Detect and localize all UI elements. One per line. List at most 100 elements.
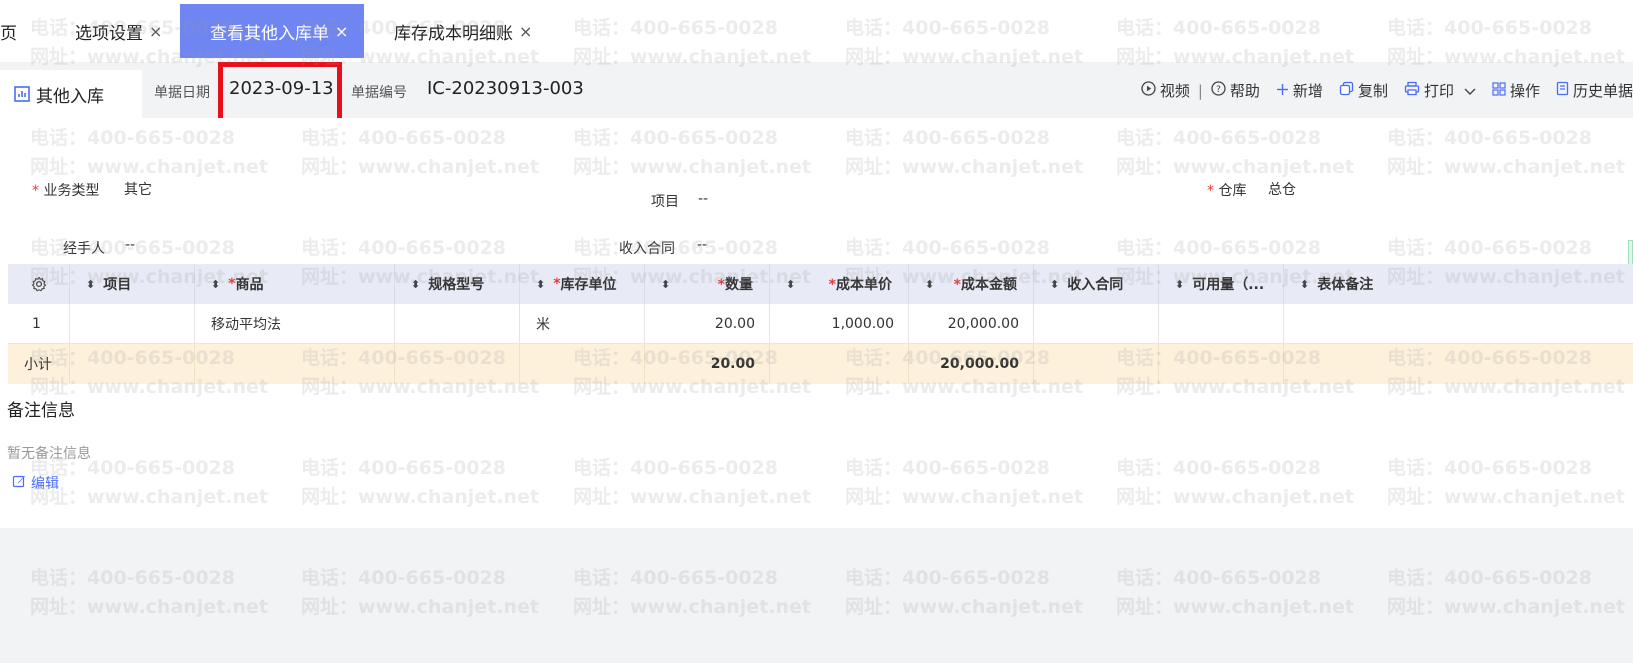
chevron-down-icon[interactable] — [1464, 82, 1476, 100]
number-value: IC-20230913-003 — [427, 78, 584, 99]
notes-title: 备注信息 — [7, 401, 75, 421]
column-settings-icon[interactable] — [8, 264, 70, 304]
warehouse-value: 总仓 — [1268, 182, 1296, 198]
sort-icon[interactable]: ⬍ — [411, 279, 420, 290]
row-index: 1 — [8, 304, 70, 344]
sort-icon[interactable]: ⬍ — [536, 279, 545, 290]
copy-button[interactable]: 复制 — [1339, 80, 1388, 101]
column-label: 可用量（... — [1192, 277, 1265, 293]
cell-project[interactable] — [70, 304, 195, 344]
subtotal-cell — [1159, 344, 1284, 384]
doc-tab-label: 其他入库 — [36, 86, 104, 107]
subtotal-cell — [70, 344, 195, 384]
operate-label: 操作 — [1509, 82, 1540, 100]
column-header-unit-cost[interactable]: ⬍ *成本单价 — [770, 264, 909, 304]
column-label: 商品 — [235, 277, 264, 293]
edit-icon — [12, 474, 26, 492]
doc-tab-other-stock-in[interactable]: 其他入库 — [0, 70, 142, 118]
printer-icon — [1404, 81, 1420, 100]
history-button[interactable]: 历史单据 — [1556, 80, 1633, 101]
cell-available[interactable] — [1159, 304, 1284, 344]
column-label: 成本单价 — [836, 277, 892, 293]
copy-label: 复制 — [1357, 82, 1388, 100]
cell-remark[interactable] — [1284, 304, 1633, 344]
handler-value: -- — [125, 237, 136, 253]
operate-button[interactable]: 操作 — [1492, 80, 1540, 101]
sort-icon[interactable]: ⬍ — [786, 279, 795, 290]
close-icon[interactable]: × — [335, 22, 348, 41]
cell-unit-cost[interactable]: 1,000.00 — [770, 304, 909, 344]
sort-icon[interactable]: ⬍ — [1050, 279, 1059, 290]
add-button[interactable]: 新增 — [1276, 80, 1323, 101]
help-label: 帮助 — [1229, 82, 1260, 100]
column-header-qty[interactable]: ⬍ *数量 — [645, 264, 770, 304]
subtotal-cell — [195, 344, 395, 384]
cell-spec[interactable] — [395, 304, 520, 344]
column-header-product[interactable]: ⬍ * 商品 — [195, 264, 395, 304]
tab-inventory-cost-ledger[interactable]: 库存成本明细账 × — [394, 4, 532, 58]
required-mark: * — [32, 183, 39, 199]
table-row[interactable]: 1 移动平均法 米 20.00 1,000.00 20,000.00 — [8, 304, 1633, 344]
tab-home[interactable]: 首页 — [0, 4, 17, 58]
required-mark: * — [828, 277, 836, 293]
grid-icon — [1492, 81, 1506, 100]
required-mark: * — [228, 276, 236, 292]
edit-notes-button[interactable]: 编辑 — [12, 473, 59, 493]
column-header-unit[interactable]: ⬍ * 库存单位 — [520, 264, 645, 304]
column-header-income-contract[interactable]: ⬍ 收入合同 — [1034, 264, 1159, 304]
sort-icon[interactable]: ⬍ — [86, 279, 95, 290]
sort-icon[interactable]: ⬍ — [1175, 279, 1184, 290]
sort-icon[interactable]: ⬍ — [661, 279, 670, 290]
column-label: 数量 — [725, 277, 753, 293]
plus-icon — [1276, 82, 1289, 100]
tab-view-other-stock-in[interactable]: 查看其他入库单 × — [180, 4, 364, 58]
video-button[interactable]: 视频 — [1141, 80, 1190, 101]
toolbar: 视频 | ? 帮助 新增 复制 打印 操作 历史单据 — [1125, 80, 1633, 101]
history-label: 历史单据 — [1572, 82, 1633, 100]
cell-unit[interactable]: 米 — [520, 304, 645, 344]
watermark-text: 电话：400-665-0028网址：www.chanjet.net — [30, 567, 268, 618]
column-label: 库存单位 — [560, 277, 617, 293]
column-header-available[interactable]: ⬍ 可用量（... — [1159, 264, 1284, 304]
sort-icon[interactable]: ⬍ — [925, 279, 934, 290]
help-button[interactable]: ? 帮助 — [1211, 80, 1260, 101]
column-header-project[interactable]: ⬍ 项目 — [70, 264, 195, 304]
edit-label: 编辑 — [31, 476, 59, 492]
column-label: 规格型号 — [428, 277, 485, 293]
subtotal-cell — [1284, 344, 1633, 384]
watermark-text: 电话：400-665-0028网址：www.chanjet.net — [845, 567, 1083, 618]
column-header-spec[interactable]: ⬍ 规格型号 — [395, 264, 520, 304]
cell-income-contract[interactable] — [1034, 304, 1159, 344]
sort-icon[interactable]: ⬍ — [211, 279, 220, 290]
required-mark: * — [953, 277, 961, 293]
income-contract-value: -- — [697, 237, 708, 253]
print-button[interactable]: 打印 — [1404, 80, 1476, 101]
tab-options[interactable]: 选项设置 × — [75, 4, 162, 58]
notes-empty-text: 暂无备注信息 — [7, 446, 91, 462]
watermark-text: 电话：400-665-0028网址：www.chanjet.net — [573, 567, 811, 618]
column-label: 成本金额 — [961, 277, 1017, 293]
cell-amount[interactable]: 20,000.00 — [909, 304, 1034, 344]
date-label: 单据日期 — [154, 85, 210, 101]
tab-label: 库存成本明细账 — [394, 23, 513, 44]
subtotal-label: 小计 — [8, 344, 70, 384]
watermark-text: 电话：400-665-0028网址：www.chanjet.net — [301, 567, 539, 618]
project-value: -- — [698, 191, 709, 207]
close-icon[interactable]: × — [519, 22, 532, 41]
document-icon — [1556, 81, 1569, 100]
add-label: 新增 — [1292, 82, 1323, 100]
tab-label: 选项设置 — [75, 23, 143, 44]
column-header-amount[interactable]: ⬍ *成本金额 — [909, 264, 1034, 304]
business-type-label: 业务类型 — [43, 183, 100, 199]
column-label: 表体备注 — [1317, 277, 1374, 293]
cell-product[interactable]: 移动平均法 — [195, 304, 395, 344]
video-label: 视频 — [1159, 82, 1190, 100]
svg-text:?: ? — [1216, 85, 1221, 95]
close-icon[interactable]: × — [149, 22, 162, 41]
cell-qty[interactable]: 20.00 — [645, 304, 770, 344]
tab-bar: 首页 选项设置 × 查看其他入库单 × 库存成本明细账 × — [0, 0, 1633, 62]
tab-label: 首页 — [0, 23, 17, 44]
column-header-remark[interactable]: ⬍ 表体备注 — [1284, 264, 1633, 304]
sort-icon[interactable]: ⬍ — [1300, 279, 1309, 290]
required-mark: * — [717, 277, 725, 293]
